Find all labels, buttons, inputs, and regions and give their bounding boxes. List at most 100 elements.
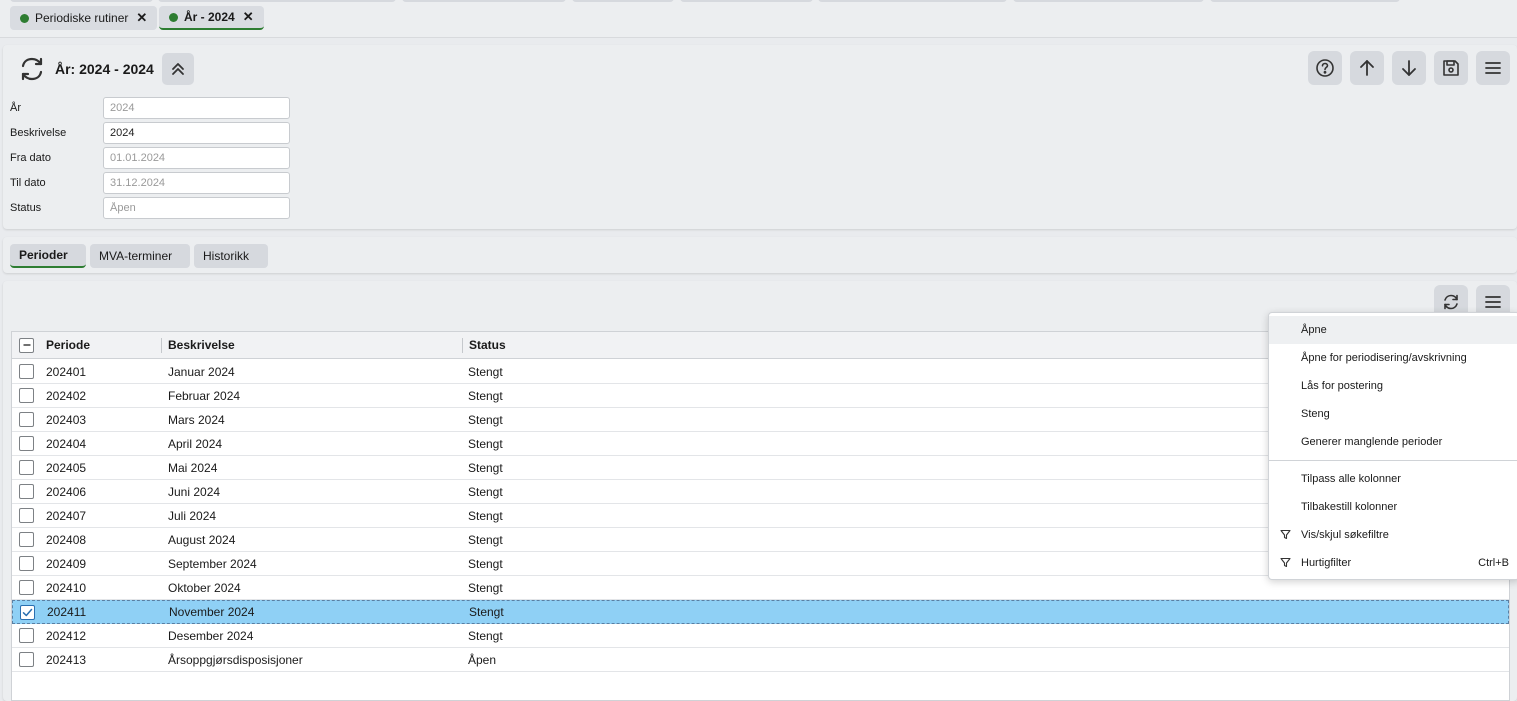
row-checkbox[interactable] — [19, 508, 34, 523]
cell-status: Stengt — [469, 605, 504, 619]
shortcut-label: Ctrl+B — [1478, 557, 1509, 569]
save-icon — [1443, 60, 1459, 76]
tab-perioder[interactable]: Perioder — [10, 244, 86, 268]
menu-divider — [1269, 460, 1517, 461]
menu-item-label: Åpne for periodisering/avskrivning — [1301, 352, 1467, 364]
menu-item-label: Lås for postering — [1301, 380, 1383, 392]
cell-periode: 202401 — [46, 364, 87, 379]
tab-label: Perioder — [19, 248, 68, 262]
menu-item-label: Steng — [1301, 408, 1330, 420]
cell-beskrivelse: August 2024 — [168, 532, 236, 547]
menu-item-label: Vis/skjul søkefiltre — [1301, 529, 1389, 541]
row-checkbox-cell — [19, 384, 34, 407]
status-field — [103, 197, 290, 219]
cell-periode: 202403 — [46, 412, 87, 427]
hidden-tab[interactable] — [818, 0, 1007, 2]
cell-beskrivelse: Oktober 2024 — [168, 580, 241, 595]
description-field[interactable] — [103, 122, 290, 144]
collapse-button[interactable] — [161, 53, 194, 85]
cell-beskrivelse: November 2024 — [169, 605, 255, 619]
description-row: Beskrivelse — [10, 122, 290, 144]
row-checkbox[interactable] — [20, 604, 35, 620]
column-header-beskrivelse[interactable]: Beskrivelse — [168, 332, 235, 358]
status-row: Status — [10, 197, 290, 219]
arrow-up-icon — [1360, 60, 1374, 76]
menu-item-las-for-postering[interactable]: Lås for postering — [1269, 372, 1517, 400]
tab-periodiske-rutiner[interactable]: Periodiske rutiner ✕ — [10, 6, 158, 30]
subtab-bar: Perioder MVA-terminer Historikk — [3, 237, 1517, 273]
column-divider[interactable] — [462, 338, 463, 353]
column-header-status[interactable]: Status — [469, 332, 506, 358]
status-dot-icon — [20, 13, 29, 23]
hidden-tab[interactable] — [572, 0, 674, 2]
year-row: År — [10, 97, 290, 119]
refresh-icon — [1444, 294, 1458, 310]
select-all-checkbox-cell — [19, 332, 34, 358]
row-checkbox[interactable] — [19, 412, 34, 427]
table-row[interactable]: 202412 Desember 2024 Stengt — [12, 624, 1509, 648]
hidden-tab[interactable] — [158, 0, 396, 2]
row-checkbox[interactable] — [19, 628, 34, 643]
row-checkbox-cell — [19, 360, 34, 383]
to-date-field — [103, 172, 290, 194]
cell-status: Stengt — [468, 460, 503, 475]
cell-status: Stengt — [468, 580, 503, 595]
cell-status: Stengt — [468, 628, 503, 643]
row-checkbox-cell — [19, 432, 34, 455]
menu-item-label: Tilpass alle kolonner — [1301, 473, 1401, 485]
page-title: År: 2024 - 2024 — [55, 61, 154, 77]
row-checkbox[interactable] — [19, 532, 34, 547]
row-checkbox[interactable] — [19, 436, 34, 451]
menu-item-apne-periodisering[interactable]: Åpne for periodisering/avskrivning — [1269, 344, 1517, 372]
previous-record-button[interactable] — [1350, 51, 1384, 85]
tab-mva-terminer[interactable]: MVA-terminer — [90, 244, 190, 268]
help-button[interactable] — [1308, 51, 1342, 85]
row-checkbox[interactable] — [19, 388, 34, 403]
select-all-checkbox[interactable] — [19, 337, 34, 353]
hidden-tab[interactable] — [680, 0, 813, 2]
table-row[interactable]: 202413 Årsoppgjørsdisposisjoner Åpen — [12, 648, 1509, 672]
menu-item-hurtigfilter[interactable]: Hurtigfilter Ctrl+B — [1269, 549, 1517, 577]
cell-beskrivelse: April 2024 — [168, 436, 223, 451]
cell-status: Stengt — [468, 508, 503, 523]
menu-item-apne[interactable]: Åpne — [1269, 316, 1517, 344]
from-date-label: Fra dato — [10, 152, 51, 164]
year-label: År — [10, 102, 21, 114]
close-icon[interactable]: ✕ — [243, 9, 254, 25]
cell-status: Stengt — [468, 364, 503, 379]
menu-item-steng[interactable]: Steng — [1269, 400, 1517, 428]
from-date-field — [103, 147, 290, 169]
row-checkbox[interactable] — [19, 364, 34, 379]
row-checkbox[interactable] — [19, 556, 34, 571]
column-header-periode[interactable]: Periode — [46, 332, 90, 358]
hidden-tab[interactable] — [10, 0, 153, 2]
menu-item-tilbakestill-kolonner[interactable]: Tilbakestill kolonner — [1269, 493, 1517, 521]
column-divider[interactable] — [161, 338, 162, 353]
hidden-tab[interactable] — [1210, 0, 1400, 2]
menu-button[interactable] — [1476, 51, 1510, 85]
tab-ar-2024[interactable]: År - 2024 ✕ — [159, 6, 264, 30]
menu-item-vis-skjul-sokefiltre[interactable]: Vis/skjul søkefiltre — [1269, 521, 1517, 549]
row-checkbox-cell — [19, 480, 34, 503]
next-record-button[interactable] — [1392, 51, 1426, 85]
tab-historikk[interactable]: Historikk — [194, 244, 268, 268]
to-date-label: Til dato — [10, 177, 46, 189]
row-checkbox[interactable] — [19, 460, 34, 475]
close-icon[interactable]: ✕ — [136, 10, 147, 26]
hidden-tab[interactable] — [402, 0, 566, 2]
row-checkbox[interactable] — [19, 580, 34, 595]
cell-periode: 202410 — [46, 580, 87, 595]
menu-item-generer-manglende-perioder[interactable]: Generer manglende perioder — [1269, 428, 1517, 456]
save-button[interactable] — [1434, 51, 1468, 85]
cell-status: Stengt — [468, 388, 503, 403]
row-checkbox-cell — [19, 456, 34, 479]
checkmark-icon — [22, 608, 33, 616]
menu-item-tilpass-alle-kolonner[interactable]: Tilpass alle kolonner — [1269, 465, 1517, 493]
hidden-tab[interactable] — [1013, 0, 1204, 2]
menu-item-label: Åpne — [1301, 324, 1327, 336]
table-row[interactable]: 202411 November 2024 Stengt — [12, 600, 1509, 624]
row-checkbox[interactable] — [19, 652, 34, 667]
cell-beskrivelse: Årsoppgjørsdisposisjoner — [168, 652, 303, 667]
row-checkbox[interactable] — [19, 484, 34, 499]
cell-periode: 202407 — [46, 508, 87, 523]
